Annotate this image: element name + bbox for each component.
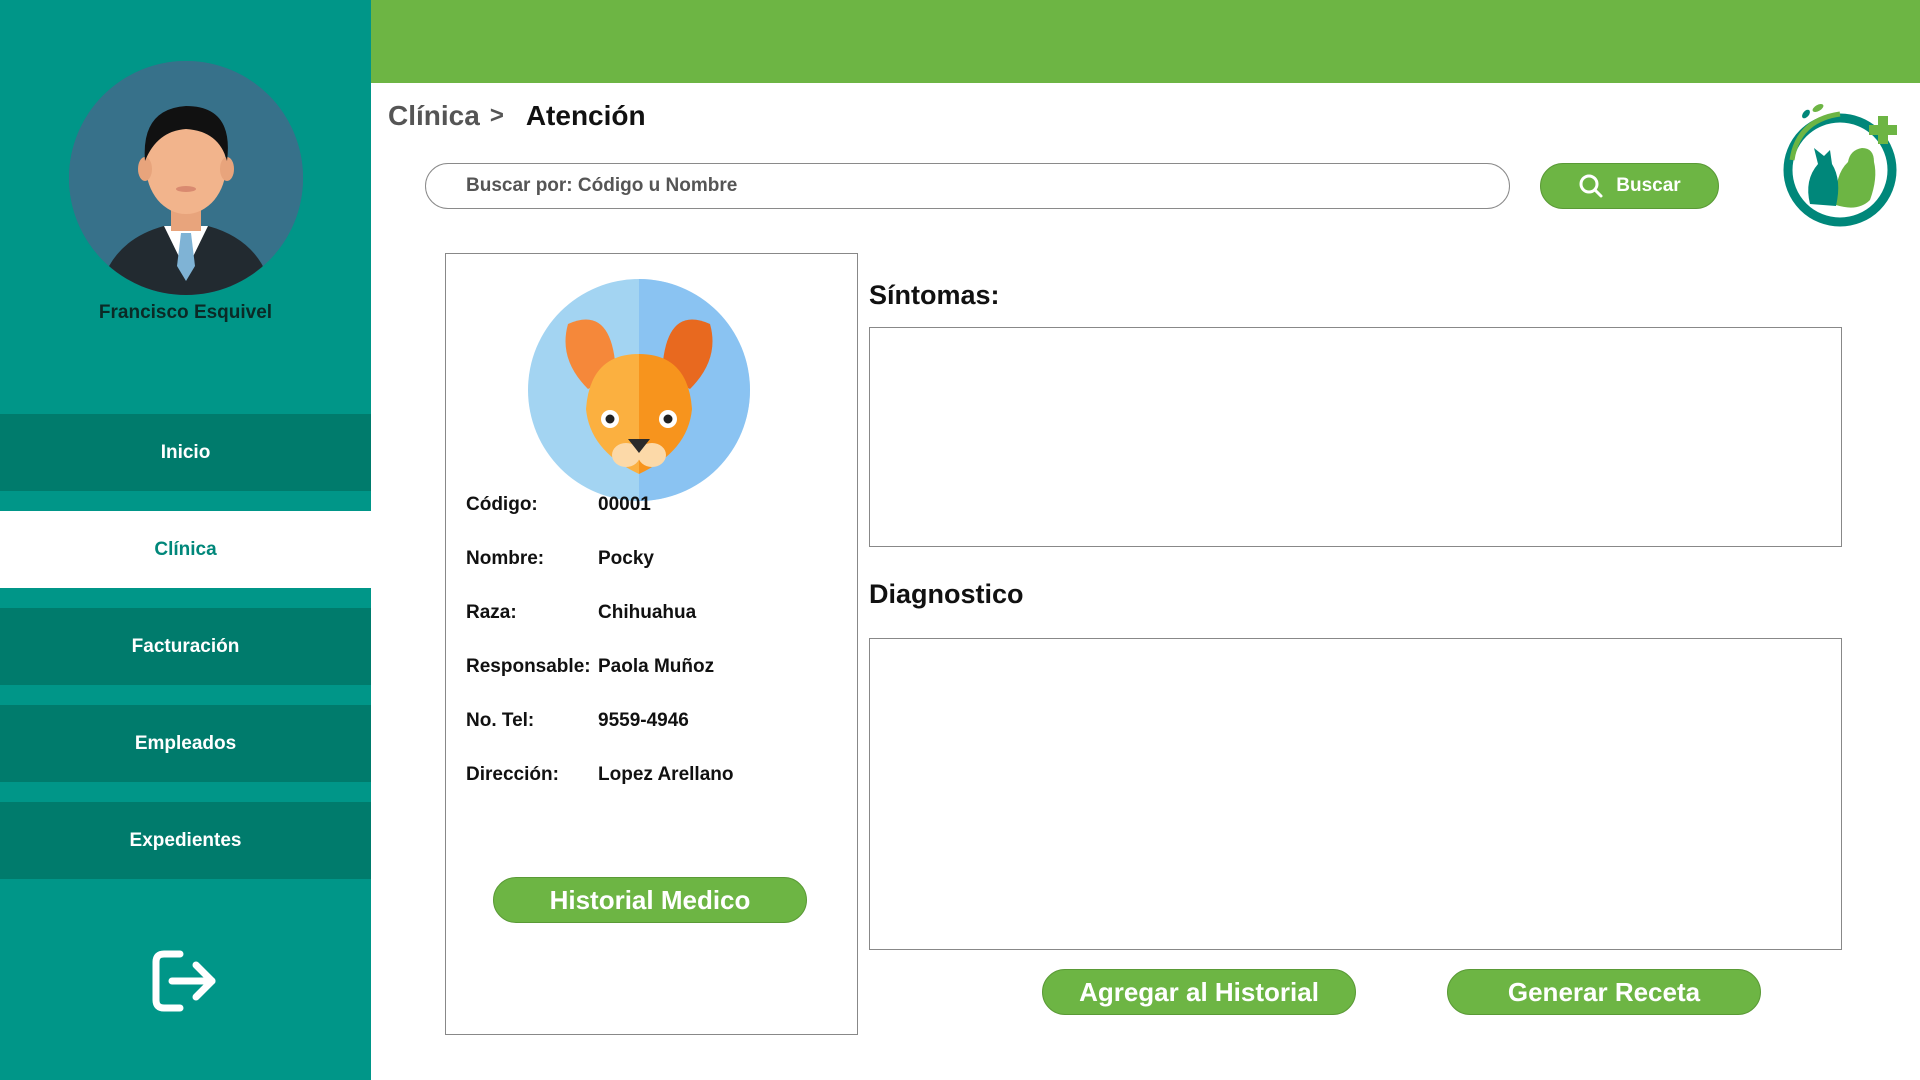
breadcrumb: Clínica > Atención xyxy=(388,100,646,132)
pet-field-codigo: Código: 00001 xyxy=(466,494,651,515)
pet-avatar xyxy=(528,279,750,501)
pet-field-responsable: Responsable: Paola Muñoz xyxy=(466,656,715,677)
sidebar: Francisco Esquivel Inicio Clínica Factur… xyxy=(0,0,371,1080)
pet-field-raza: Raza: Chihuahua xyxy=(466,602,697,623)
symptoms-textarea[interactable] xyxy=(869,327,1842,547)
dog-face-icon xyxy=(528,279,750,501)
vet-clinic-logo-icon xyxy=(1783,104,1897,227)
sidebar-item-expedientes[interactable]: Expedientes xyxy=(0,802,371,879)
sidebar-item-clinica[interactable]: Clínica xyxy=(0,511,371,588)
pet-card: Código: 00001 Nombre: Pocky Raza: Chihua… xyxy=(445,253,858,1035)
sidebar-item-facturacion[interactable]: Facturación xyxy=(0,608,371,685)
top-bar xyxy=(371,0,1920,83)
search-icon xyxy=(1579,174,1603,198)
breadcrumb-separator: > xyxy=(489,102,504,129)
breadcrumb-root[interactable]: Clínica xyxy=(388,100,480,132)
medical-history-button[interactable]: Historial Medico xyxy=(493,877,807,923)
pet-field-direccion: Dirección: Lopez Arellano xyxy=(466,764,734,785)
logout-icon xyxy=(152,950,216,1012)
add-to-history-button[interactable]: Agregar al Historial xyxy=(1042,969,1356,1015)
user-avatar-illustration xyxy=(69,61,303,295)
pet-field-nombre: Nombre: Pocky xyxy=(466,548,654,569)
pet-field-telefono: No. Tel: 9559-4946 xyxy=(466,710,689,731)
search-button-label: Buscar xyxy=(1616,175,1681,196)
sidebar-item-inicio[interactable]: Inicio xyxy=(0,414,371,491)
search-button[interactable]: Buscar xyxy=(1540,163,1719,209)
generate-prescription-button[interactable]: Generar Receta xyxy=(1447,969,1761,1015)
logout-button[interactable] xyxy=(150,946,220,1016)
page-title: Atención xyxy=(525,100,646,131)
symptoms-title: Síntomas: xyxy=(869,280,1000,310)
user-name: Francisco Esquivel xyxy=(98,302,273,323)
diagnosis-textarea[interactable] xyxy=(869,638,1842,950)
clinic-logo xyxy=(1778,100,1904,230)
sidebar-item-empleados[interactable]: Empleados xyxy=(0,705,371,782)
diagnosis-title: Diagnostico xyxy=(869,579,1024,609)
user-avatar xyxy=(69,61,303,295)
search-input[interactable] xyxy=(425,163,1510,209)
